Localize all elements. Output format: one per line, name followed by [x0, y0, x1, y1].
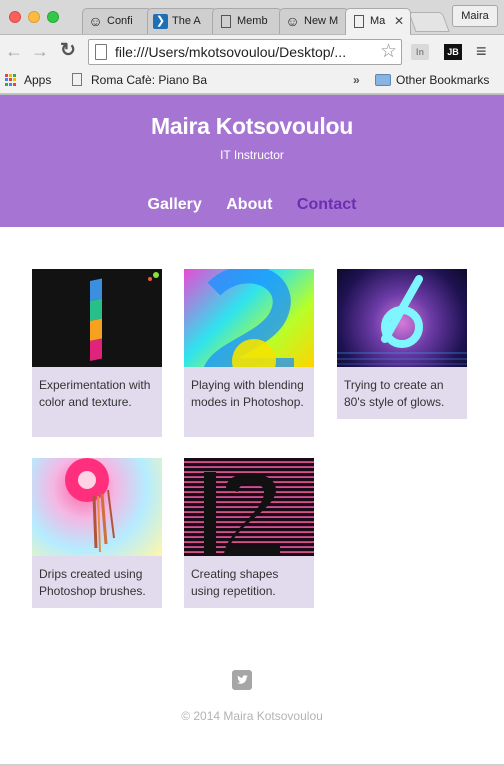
nav-link-about[interactable]: About	[226, 196, 272, 214]
smiley-icon: ☺	[285, 13, 300, 29]
browser-tab[interactable]: ❯ The A	[147, 8, 217, 34]
gallery-item[interactable]: Trying to create an 80's style of glows.	[337, 269, 467, 419]
bookmarks-overflow-button[interactable]: »	[353, 73, 360, 87]
gallery-thumbnail[interactable]	[184, 458, 314, 556]
browser-toolbar: ← → ↻ file:///Users/mkotsovoulou/Desktop…	[0, 34, 504, 68]
page-icon	[72, 73, 82, 86]
browser-tab-label: Memb	[237, 15, 268, 27]
linkedin-extension-icon[interactable]: In	[411, 44, 429, 60]
site-header: Maira Kotsovoulou IT Instructor Gallery …	[0, 95, 504, 227]
apps-grid-icon[interactable]	[5, 74, 17, 86]
star-icon[interactable]: ☆	[380, 40, 397, 63]
bookmark-roma-cafe[interactable]: Roma Cafè: Piano Ba	[91, 73, 209, 87]
forward-arrow-icon[interactable]: →	[30, 40, 50, 62]
folder-icon	[375, 74, 391, 86]
minimize-window-button[interactable]	[28, 11, 40, 23]
page-icon	[221, 15, 231, 28]
page-icon	[354, 15, 364, 28]
gallery-thumbnail[interactable]	[32, 269, 162, 367]
gallery-item[interactable]: Creating shapes using repetition.	[184, 458, 314, 608]
zoom-window-button[interactable]	[47, 11, 59, 23]
tab-strip: ☺ Confi ❯ The A Memb ☺ New M Ma ✕ Maira	[0, 0, 504, 35]
bookmark-other-bookmarks[interactable]: Other Bookmarks	[396, 73, 489, 87]
gallery-caption: Drips created using Photoshop brushes.	[39, 567, 146, 598]
bookmark-apps[interactable]: Apps	[24, 73, 51, 87]
profile-button[interactable]: Maira	[452, 5, 498, 27]
browser-tab-active[interactable]: Ma ✕	[345, 8, 411, 35]
site-title[interactable]: Maira Kotsovoulou	[0, 113, 504, 140]
smiley-icon: ☺	[88, 13, 103, 29]
browser-tab[interactable]: ☺ New M	[279, 8, 349, 34]
main-nav: Gallery About Contact	[0, 196, 504, 214]
browser-tab-label: The A	[172, 15, 201, 27]
gallery-caption: Trying to create an 80's style of glows.	[344, 378, 445, 409]
vscode-icon: ❯	[153, 14, 168, 29]
address-bar[interactable]: file:///Users/mkotsovoulou/Desktop/... ☆	[88, 39, 402, 65]
gallery-thumbnail[interactable]	[32, 458, 162, 556]
gallery-thumbnail[interactable]	[337, 269, 467, 367]
copyright-text: © 2014 Maira Kotsovoulou	[181, 709, 323, 723]
menu-icon[interactable]: ≡	[476, 41, 487, 62]
browser-tab[interactable]: ☺ Confi	[82, 8, 152, 34]
reload-icon[interactable]: ↻	[58, 40, 78, 62]
gallery-caption: Creating shapes using repetition.	[191, 567, 279, 598]
gallery-item[interactable]: Playing with blending modes in Photoshop…	[184, 269, 314, 437]
gallery-item[interactable]: Experimentation with color and texture.	[32, 269, 162, 437]
address-bar-url[interactable]: file:///Users/mkotsovoulou/Desktop/...	[115, 44, 346, 60]
browser-tab-label: Confi	[107, 15, 133, 27]
close-window-button[interactable]	[9, 11, 21, 23]
nav-link-gallery[interactable]: Gallery	[148, 196, 202, 214]
browser-chrome: ☺ Confi ❯ The A Memb ☺ New M Ma ✕ Maira …	[0, 0, 504, 95]
gallery-caption: Playing with blending modes in Photoshop…	[191, 378, 304, 409]
gallery-caption: Experimentation with color and texture.	[39, 378, 151, 409]
browser-tab[interactable]: Memb	[212, 8, 282, 34]
nav-link-contact[interactable]: Contact	[297, 196, 357, 214]
page-icon	[95, 44, 107, 60]
bookmarks-bar: Apps Roma Cafè: Piano Ba » Other Bookmar…	[0, 68, 504, 94]
site-subtitle: IT Instructor	[220, 148, 284, 162]
twitter-icon[interactable]	[232, 670, 252, 690]
gallery-thumbnail[interactable]	[184, 269, 314, 367]
jetbrains-extension-icon[interactable]: JB	[444, 44, 462, 60]
new-tab-button[interactable]	[408, 12, 450, 32]
browser-tab-label: Ma	[370, 15, 386, 27]
browser-tab-label: New M	[304, 15, 339, 27]
gallery-item[interactable]: Drips created using Photoshop brushes.	[32, 458, 162, 608]
close-tab-icon[interactable]: ✕	[394, 14, 404, 28]
back-arrow-icon[interactable]: ←	[4, 40, 24, 62]
